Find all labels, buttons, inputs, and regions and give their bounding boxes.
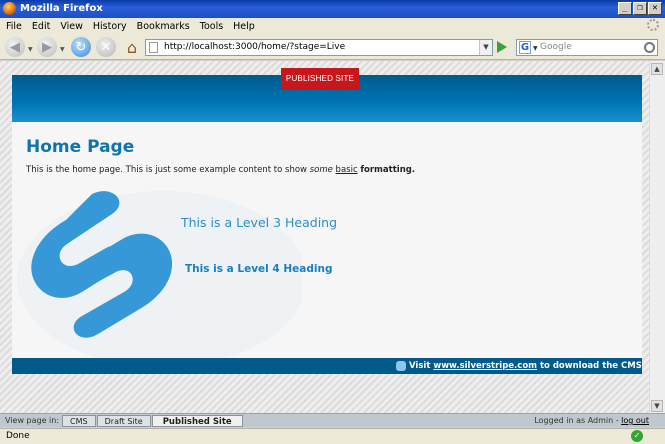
search-icon[interactable] [644,42,655,53]
page-icon [149,42,158,53]
website: PUBLISHED SITE Home Page This is the hom… [12,68,642,374]
url-dropdown-icon[interactable]: ▼ [479,40,492,55]
browser-content: PUBLISHED SITE Home Page This is the hom… [0,61,665,414]
footer-prefix: Visit [409,361,434,371]
stop-icon[interactable]: ✕ [96,37,116,57]
check-icon: ✓ [631,430,643,442]
intro-italic: some [309,165,333,175]
window-title-bar: Mozilla Firefox _ ❐ ✕ [0,0,665,18]
tab-published-site[interactable]: Published Site [151,414,243,427]
throbber-icon [647,19,659,31]
tab-cms[interactable]: CMS [62,414,96,427]
menu-file[interactable]: File [6,21,22,32]
published-site-badge: PUBLISHED SITE [281,68,359,90]
search-bar[interactable]: G ▼ Google [516,39,658,56]
close-button[interactable]: ✕ [648,2,662,15]
menu-bar: File Edit View History Bookmarks Tools H… [0,18,665,34]
forward-history-dropdown-icon[interactable]: ▼ [60,46,65,53]
logged-in-text: Logged in as Admin - [534,416,622,425]
menu-view[interactable]: View [60,21,83,32]
tab-draft-site[interactable]: Draft Site [96,414,151,427]
intro-underline: basic [335,165,358,175]
cms-view-bar: View page in: CMS Draft Site Published S… [0,413,665,427]
restore-button[interactable]: ❐ [633,2,647,15]
menu-edit[interactable]: Edit [32,21,50,32]
page-title: Home Page [26,137,135,157]
view-page-label: View page in: [5,416,60,425]
url-bar[interactable]: http://localhost:3000/home/?stage=Live ▼ [145,39,493,56]
url-text[interactable]: http://localhost:3000/home/?stage=Live [164,42,345,52]
silverstripe-link[interactable]: www.silverstripe.com [433,361,537,371]
vertical-scrollbar[interactable]: ▲ ▼ [649,61,665,414]
menu-history[interactable]: History [93,21,127,32]
window-controls: _ ❐ ✕ [618,2,662,15]
back-history-dropdown-icon[interactable]: ▼ [28,46,33,53]
scroll-down-icon[interactable]: ▼ [651,400,663,412]
site-footer: Visit www.silverstripe.com to download t… [12,358,642,374]
silverstripe-small-icon [396,361,406,371]
menu-bookmarks[interactable]: Bookmarks [137,21,190,32]
go-button[interactable] [497,41,507,53]
menu-tools[interactable]: Tools [200,21,223,32]
firefox-icon [3,2,16,15]
login-status: Logged in as Admin - log out [534,416,649,425]
intro-bold: formatting. [360,165,416,175]
status-text: Done [6,431,30,441]
logout-link[interactable]: log out [621,416,649,425]
site-body: Home Page This is the home page. This is… [12,122,642,358]
status-bar: Done ✓ [0,428,665,444]
home-icon[interactable]: ⌂ [122,37,142,57]
site-header: PUBLISHED SITE [12,68,642,122]
search-input[interactable]: Google [540,42,572,52]
window-title: Mozilla Firefox [20,3,103,14]
reload-icon[interactable]: ↻ [71,37,91,57]
navigation-toolbar: ◀ ▼ ▶ ▼ ↻ ✕ ⌂ http://localhost:3000/home… [0,34,665,60]
forward-button[interactable]: ▶ [37,37,57,57]
intro-paragraph: This is the home page. This is just some… [26,165,415,175]
search-engine-dropdown-icon[interactable]: ▼ [533,45,538,52]
minimize-button[interactable]: _ [618,2,632,15]
level-3-heading: This is a Level 3 Heading [181,215,338,230]
footer-text: Visit www.silverstripe.com to download t… [409,361,642,371]
intro-text: This is the home page. This is just some… [26,165,310,175]
scroll-up-icon[interactable]: ▲ [651,63,663,75]
footer-suffix: to download the CMS [537,361,642,371]
level-4-heading: This is a Level 4 Heading [185,263,333,275]
google-icon[interactable]: G [519,41,531,54]
back-button[interactable]: ◀ [5,37,25,57]
menu-help[interactable]: Help [233,21,255,32]
